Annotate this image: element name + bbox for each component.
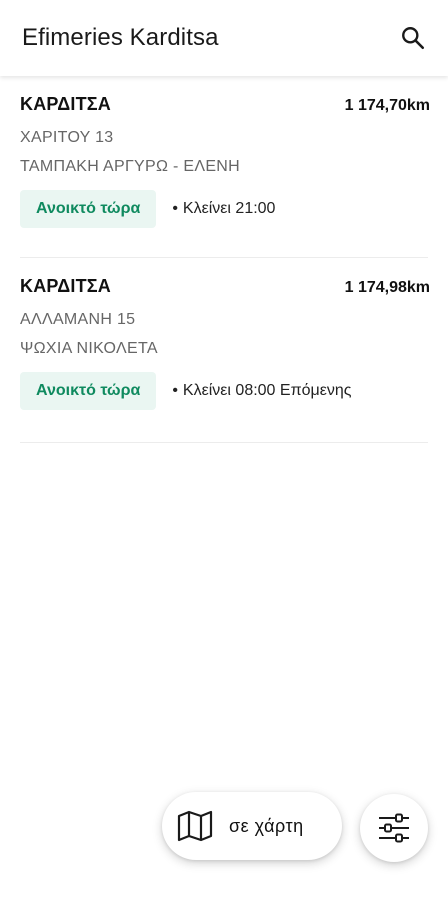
open-status-badge: Ανοικτό τώρα	[20, 372, 157, 410]
pharmacy-distance: 1 174,98km	[344, 279, 430, 296]
closing-time: Κλείνει 21:00	[172, 200, 276, 218]
pharmacy-address: ΑΛΛΑΜΑΝΗ 15	[20, 311, 136, 328]
status-row: Ανοικτό τώρα Κλείνει 08:00 Επόμενης	[20, 372, 428, 410]
closing-time: Κλείνει 08:00 Επόμενης	[172, 382, 352, 400]
map-view-button[interactable]: σε χάρτη	[162, 792, 342, 860]
pharmacy-owner: ΨΩΧΙΑ ΝΙΚΟΛΕΤΑ	[20, 340, 158, 357]
app-bar: Efimeries Karditsa	[0, 0, 448, 76]
sliders-icon	[379, 813, 409, 843]
pharmacy-card[interactable]: ΚΑΡΔΙΤΣΑ 1 174,70km ΧΑΡΙΤΟΥ 13 ΤΑΜΠΑΚΗ Α…	[20, 76, 430, 258]
search-icon	[402, 27, 425, 50]
pharmacy-city: ΚΑΡΔΙΤΣΑ	[20, 94, 112, 114]
pharmacy-card[interactable]: ΚΑΡΔΙΤΣΑ 1 174,98km ΑΛΛΑΜΑΝΗ 15 ΨΩΧΙΑ ΝΙ…	[20, 258, 430, 443]
pharmacy-owner: ΤΑΜΠΑΚΗ ΑΡΓΥΡΩ - ΕΛΕΝΗ	[20, 158, 241, 175]
pharmacy-city: ΚΑΡΔΙΤΣΑ	[20, 276, 112, 296]
status-row: Ανοικτό τώρα Κλείνει 21:00	[20, 190, 428, 228]
search-button[interactable]	[398, 23, 428, 53]
pharmacy-list: ΚΑΡΔΙΤΣΑ 1 174,70km ΧΑΡΙΤΟΥ 13 ΤΑΜΠΑΚΗ Α…	[0, 76, 448, 443]
map-button-label: σε χάρτη	[229, 815, 304, 836]
pharmacy-address: ΧΑΡΙΤΟΥ 13	[20, 129, 114, 146]
card-header: ΚΑΡΔΙΤΣΑ 1 174,70km	[20, 94, 430, 115]
app-title: Efimeries Karditsa	[22, 24, 219, 51]
filter-button[interactable]	[360, 794, 428, 862]
open-status-badge: Ανοικτό τώρα	[20, 190, 157, 228]
pharmacy-distance: 1 174,70km	[344, 97, 430, 114]
map-icon	[177, 810, 213, 842]
card-header: ΚΑΡΔΙΤΣΑ 1 174,98km	[20, 276, 430, 297]
